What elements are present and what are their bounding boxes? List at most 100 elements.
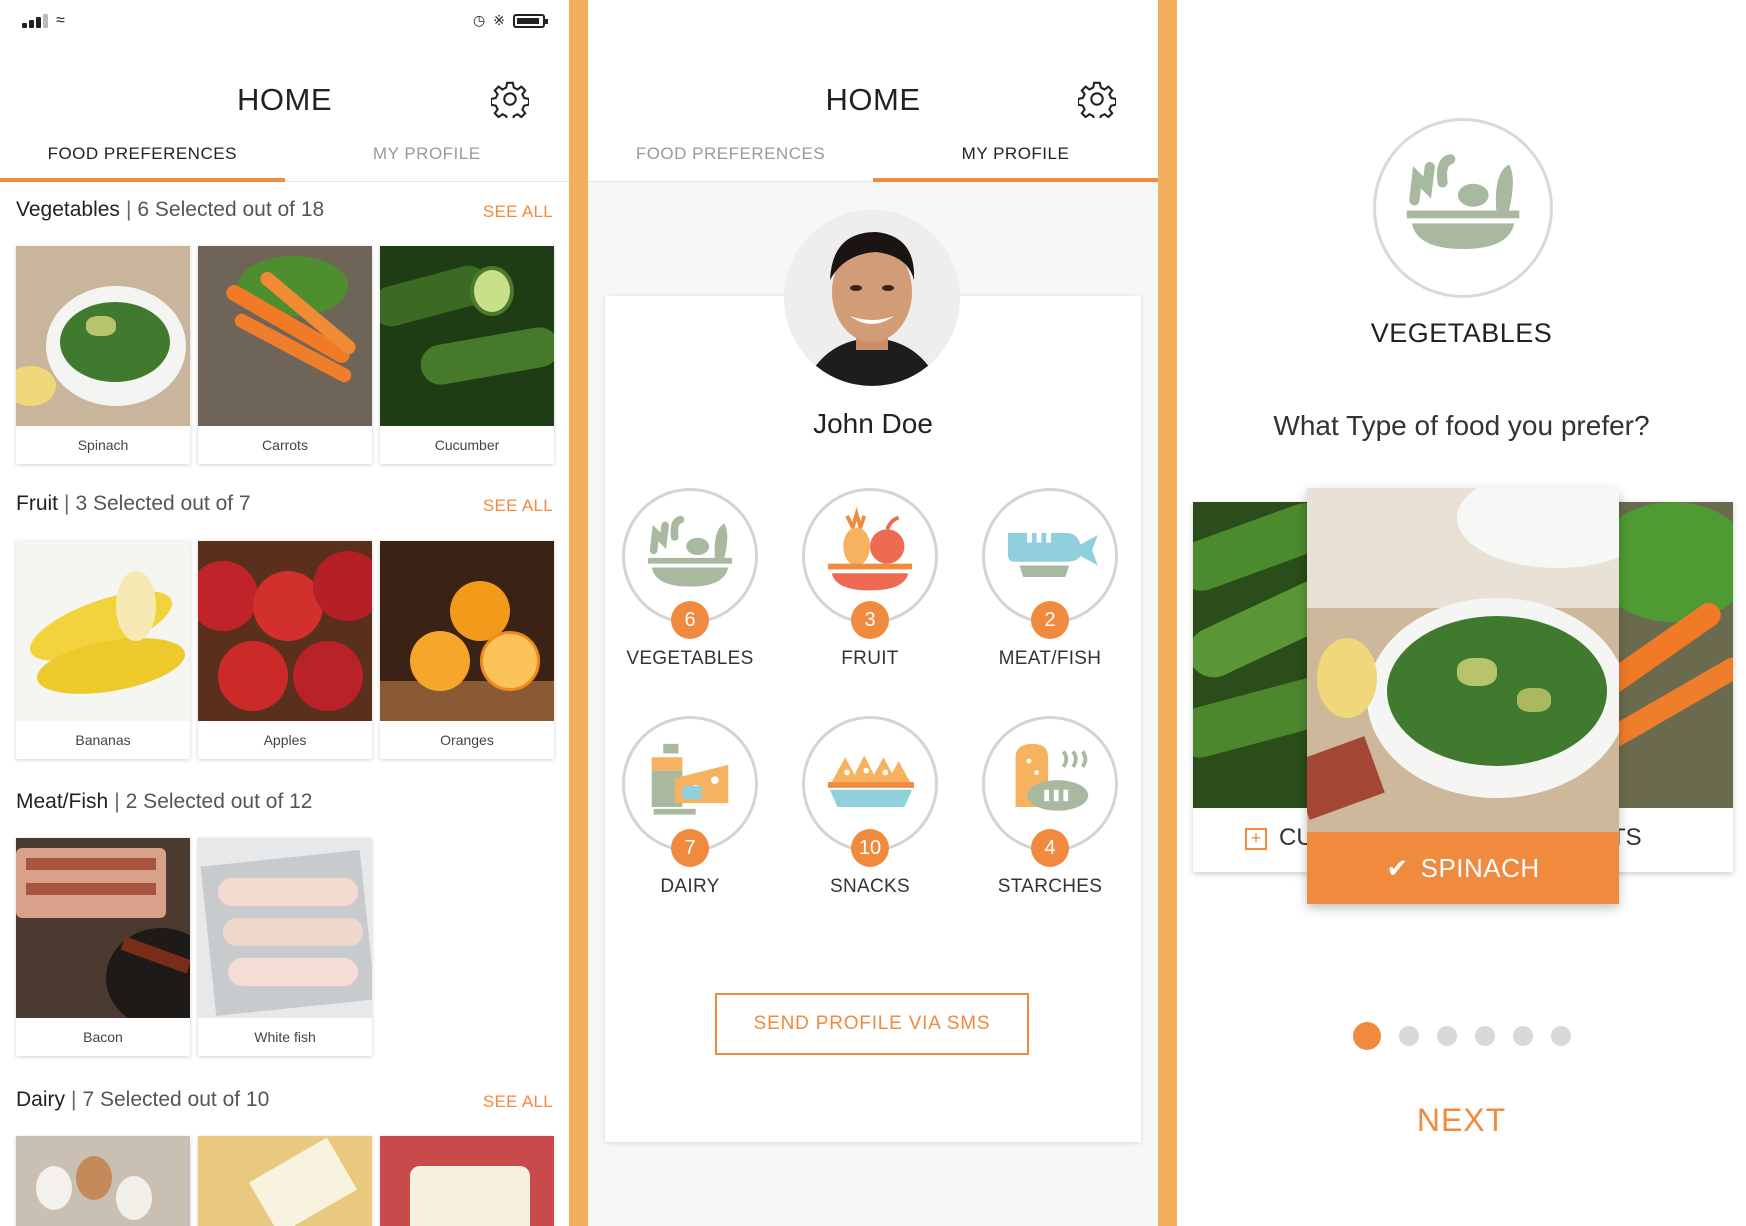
page-dot[interactable] [1512, 1026, 1533, 1046]
cheese-image [198, 1136, 372, 1226]
category-label: FRUIT [841, 648, 899, 669]
carousel-card-spinach[interactable]: ✔ SPINACH [1307, 488, 1619, 904]
tab-food-preferences[interactable]: FOOD PREFERENCES [588, 140, 873, 182]
section-header-dairy: Dairy | 7 Selected out of 10 SEE ALL [16, 1088, 553, 1112]
send-profile-sms-button[interactable]: SEND PROFILE VIA SMS [715, 993, 1029, 1055]
food-card-apples[interactable]: Apples [198, 541, 372, 759]
section-count: 6 Selected out of 18 [137, 198, 325, 221]
section-title: Vegetables [16, 198, 120, 221]
food-preferences-screen: ≈ ◷ ※ HOME FOOD PREFERENCES MY PROFILE Ve… [0, 0, 569, 1226]
status-bar: ≈ ◷ ※ [20, 10, 549, 34]
food-card-bacon[interactable]: Bacon [16, 838, 190, 1056]
selected-food-button[interactable]: ✔ SPINACH [1307, 832, 1619, 904]
tab-my-profile[interactable]: MY PROFILE [285, 140, 570, 182]
food-card-spinach[interactable]: Spinach [16, 246, 190, 464]
oranges-image [380, 541, 554, 721]
category-label: VEGETABLES [626, 648, 754, 669]
my-profile-screen: ≈ ◷※ HOME FOOD PREFERENCES MY PROFILE Jo… [588, 0, 1158, 1226]
brie-image [380, 1136, 554, 1226]
food-picker-screen: VEGETABLES What Type of food you prefer?… [1177, 0, 1746, 1226]
category-label: MEAT/FISH [998, 648, 1102, 669]
category-count-badge: 7 [671, 829, 709, 867]
food-card-carrots[interactable]: Carrots [198, 246, 372, 464]
category-count-badge: 3 [851, 601, 889, 639]
card-label: Bananas [75, 732, 131, 748]
category-count-badge: 2 [1031, 601, 1069, 639]
card-label: Apples [263, 732, 307, 748]
spinach-image [1307, 488, 1619, 832]
signal-icon [22, 14, 48, 28]
bananas-image [16, 541, 190, 721]
bluetooth-icon: ※ [493, 12, 505, 28]
section-count: 3 Selected out of 7 [75, 492, 251, 515]
page-title: HOME [825, 82, 921, 117]
category-count-badge: 6 [671, 601, 709, 639]
section-count: 7 Selected out of 10 [82, 1088, 270, 1111]
eggs-image [16, 1136, 190, 1226]
food-card-eggs[interactable] [16, 1136, 190, 1226]
food-card-cheese[interactable] [198, 1136, 372, 1226]
card-label: White fish [254, 1029, 316, 1045]
food-card-cucumber[interactable]: Cucumber [380, 246, 554, 464]
tab-my-profile[interactable]: MY PROFILE [873, 140, 1158, 182]
card-label: Carrots [262, 437, 308, 453]
category-icon-circle [1373, 118, 1553, 298]
food-card-bananas[interactable]: Bananas [16, 541, 190, 759]
question-text: What Type of food you prefer? [1273, 410, 1650, 441]
section-header-meat-fish: Meat/Fish | 2 Selected out of 12 [16, 790, 313, 813]
category-starches[interactable]: 4 STARCHES [980, 716, 1120, 898]
category-dairy[interactable]: 7 DAIRY [620, 716, 760, 898]
food-card-brie[interactable] [380, 1136, 554, 1226]
section-title: Meat/Fish [16, 790, 109, 813]
screen-divider [569, 0, 588, 1226]
avatar [784, 210, 960, 386]
see-all-link[interactable]: SEE ALL [483, 496, 553, 516]
carrots-image [198, 246, 372, 426]
food-card-oranges[interactable]: Oranges [380, 541, 554, 759]
category-vegetables[interactable]: 6 VEGETABLES [620, 488, 760, 670]
vegetable-bowl-icon [1406, 154, 1520, 249]
next-button[interactable]: NEXT [1177, 1102, 1746, 1139]
gear-icon[interactable] [491, 80, 529, 118]
card-label: Bacon [83, 1029, 123, 1045]
white-fish-image [198, 838, 372, 1018]
food-card-white-fish[interactable]: White fish [198, 838, 372, 1056]
card-label: Oranges [440, 732, 494, 748]
category-meat-fish[interactable]: 2 MEAT/FISH [980, 488, 1120, 670]
category-label: STARCHES [997, 876, 1103, 897]
page-dot[interactable] [1398, 1026, 1419, 1046]
apples-image [198, 541, 372, 721]
bacon-image [16, 838, 190, 1018]
category-title: VEGETABLES [1370, 318, 1553, 348]
section-title: Fruit [16, 492, 58, 515]
category-snacks[interactable]: 10 SNACKS [800, 716, 940, 898]
category-label: DAIRY [660, 876, 720, 897]
see-all-link[interactable]: SEE ALL [483, 1092, 553, 1112]
selected-food-label: SPINACH [1420, 853, 1540, 883]
page-dot[interactable] [1474, 1026, 1495, 1046]
card-label: Cucumber [434, 437, 500, 453]
page-dot[interactable] [1436, 1026, 1457, 1046]
category-fruit[interactable]: 3 FRUIT [800, 488, 940, 670]
check-icon: ✔ [1386, 853, 1409, 883]
page-title: HOME [237, 82, 332, 117]
cucumber-image [380, 246, 554, 426]
screen-divider [1158, 0, 1177, 1226]
tab-bar: FOOD PREFERENCES MY PROFILE [588, 140, 1158, 182]
section-header-fruit: Fruit | 3 Selected out of 7 SEE ALL [16, 492, 553, 516]
battery-icon [513, 13, 548, 28]
tab-bar: FOOD PREFERENCES MY PROFILE [0, 140, 569, 182]
page-indicator [1177, 1022, 1746, 1050]
tab-food-preferences[interactable]: FOOD PREFERENCES [0, 140, 285, 182]
card-label: Spinach [77, 437, 129, 453]
see-all-link[interactable]: SEE ALL [483, 202, 553, 222]
alarm-icon: ◷ [473, 12, 486, 28]
page-dot[interactable] [1352, 1022, 1381, 1050]
section-header-vegetables: Vegetables | 6 Selected out of 18 SEE ALL [16, 198, 553, 222]
category-label: SNACKS [830, 876, 910, 897]
gear-icon[interactable] [1078, 80, 1116, 118]
category-count-badge: 4 [1031, 829, 1069, 867]
page-dot[interactable] [1550, 1026, 1571, 1046]
wifi-icon: ≈ [56, 12, 65, 29]
add-icon[interactable]: + [1245, 828, 1267, 850]
